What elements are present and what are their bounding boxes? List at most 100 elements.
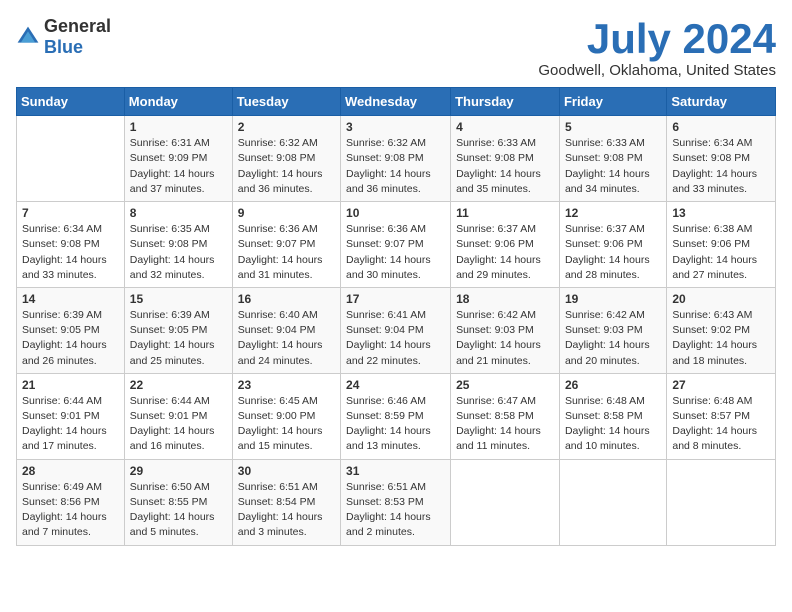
cell-info: Sunrise: 6:48 AMSunset: 8:58 PMDaylight:… — [565, 394, 661, 455]
weekday-header-monday: Monday — [124, 88, 232, 116]
weekday-header-saturday: Saturday — [667, 88, 776, 116]
calendar-cell: 8Sunrise: 6:35 AMSunset: 9:08 PMDaylight… — [124, 202, 232, 288]
calendar-cell — [17, 116, 125, 202]
calendar-cell: 24 Sunrise: 6:46 AMSunset: 8:59 PMDayligh… — [341, 373, 451, 459]
calendar-cell: 7Sunrise: 6:34 AMSunset: 9:08 PMDaylight… — [17, 202, 125, 288]
weekday-header-sunday: Sunday — [17, 88, 125, 116]
cell-info: Sunrise: 6:37 AMSunset: 9:06 PMDaylight:… — [565, 222, 661, 283]
calendar-cell: 29 Sunrise: 6:50 AMSunset: 8:55 PMDayligh… — [124, 459, 232, 545]
cell-info: Sunrise: 6:43 AMSunset: 9:02 PMDaylight:… — [672, 308, 770, 369]
cell-info: Sunrise: 6:51 AMSunset: 8:54 PMDaylight:… — [238, 480, 335, 541]
day-number: 24 — [346, 378, 445, 392]
cell-info: Sunrise: 6:36 AMSunset: 9:07 PMDaylight:… — [238, 222, 335, 283]
cell-info: Sunrise: 6:51 AMSunset: 8:53 PMDaylight:… — [346, 480, 445, 541]
cell-info: Sunrise: 6:44 AMSunset: 9:01 PMDaylight:… — [130, 394, 227, 455]
calendar-cell: 5 Sunrise: 6:33 AMSunset: 9:08 PMDaylight… — [559, 116, 666, 202]
day-number: 20 — [672, 292, 770, 306]
calendar-cell: 27Sunrise: 6:48 AMSunset: 8:57 PMDayligh… — [667, 373, 776, 459]
cell-info: Sunrise: 6:39 AMSunset: 9:05 PMDaylight:… — [130, 308, 227, 369]
calendar-cell: 28Sunrise: 6:49 AMSunset: 8:56 PMDayligh… — [17, 459, 125, 545]
cell-info: Sunrise: 6:33 AMSunset: 9:08 PMDaylight:… — [565, 136, 661, 197]
weekday-header-row: SundayMondayTuesdayWednesdayThursdayFrid… — [17, 88, 776, 116]
day-number: 22 — [130, 378, 227, 392]
page-header: General Blue July 2024 Goodwell, Oklahom… — [16, 16, 776, 79]
calendar-cell: 17 Sunrise: 6:41 AMSunset: 9:04 PMDayligh… — [341, 287, 451, 373]
calendar-cell: 26 Sunrise: 6:48 AMSunset: 8:58 PMDayligh… — [559, 373, 666, 459]
calendar-cell: 12 Sunrise: 6:37 AMSunset: 9:06 PMDayligh… — [559, 202, 666, 288]
day-number: 17 — [346, 292, 445, 306]
calendar-cell: 2 Sunrise: 6:32 AMSunset: 9:08 PMDaylight… — [232, 116, 340, 202]
cell-info: Sunrise: 6:42 AMSunset: 9:03 PMDaylight:… — [565, 308, 661, 369]
cell-info: Sunrise: 6:49 AMSunset: 8:56 PMDaylight:… — [22, 480, 119, 541]
day-number: 15 — [130, 292, 227, 306]
calendar-cell — [667, 459, 776, 545]
calendar-cell: 14Sunrise: 6:39 AMSunset: 9:05 PMDayligh… — [17, 287, 125, 373]
logo: General Blue — [16, 16, 111, 58]
cell-info: Sunrise: 6:47 AMSunset: 8:58 PMDaylight:… — [456, 394, 554, 455]
cell-info: Sunrise: 6:32 AMSunset: 9:08 PMDaylight:… — [346, 136, 445, 197]
day-number: 21 — [22, 378, 119, 392]
calendar-cell: 22 Sunrise: 6:44 AMSunset: 9:01 PMDayligh… — [124, 373, 232, 459]
weekday-header-friday: Friday — [559, 88, 666, 116]
day-number: 25 — [456, 378, 554, 392]
day-number: 10 — [346, 206, 445, 220]
week-row-2: 7Sunrise: 6:34 AMSunset: 9:08 PMDaylight… — [17, 202, 776, 288]
cell-info: Sunrise: 6:31 AMSunset: 9:09 PMDaylight:… — [130, 136, 227, 197]
day-number: 18 — [456, 292, 554, 306]
calendar-cell: 13 Sunrise: 6:38 AMSunset: 9:06 PMDayligh… — [667, 202, 776, 288]
logo-general: General — [44, 16, 111, 36]
day-number: 6 — [672, 120, 770, 134]
day-number: 5 — [565, 120, 661, 134]
calendar-cell: 11 Sunrise: 6:37 AMSunset: 9:06 PMDayligh… — [451, 202, 560, 288]
month-title: July 2024 — [538, 16, 776, 62]
day-number: 1 — [130, 120, 227, 134]
day-number: 31 — [346, 464, 445, 478]
logo-icon — [16, 25, 40, 49]
day-number: 2 — [238, 120, 335, 134]
day-number: 23 — [238, 378, 335, 392]
logo-text: General Blue — [44, 16, 111, 58]
calendar-cell: 25 Sunrise: 6:47 AMSunset: 8:58 PMDayligh… — [451, 373, 560, 459]
calendar-cell — [451, 459, 560, 545]
day-number: 11 — [456, 206, 554, 220]
cell-info: Sunrise: 6:35 AMSunset: 9:08 PMDaylight:… — [130, 222, 227, 283]
cell-info: Sunrise: 6:46 AMSunset: 8:59 PMDaylight:… — [346, 394, 445, 455]
cell-info: Sunrise: 6:32 AMSunset: 9:08 PMDaylight:… — [238, 136, 335, 197]
cell-info: Sunrise: 6:45 AMSunset: 9:00 PMDaylight:… — [238, 394, 335, 455]
calendar-cell: 15 Sunrise: 6:39 AMSunset: 9:05 PMDayligh… — [124, 287, 232, 373]
day-number: 9 — [238, 206, 335, 220]
cell-info: Sunrise: 6:42 AMSunset: 9:03 PMDaylight:… — [456, 308, 554, 369]
calendar-cell: 19Sunrise: 6:42 AMSunset: 9:03 PMDayligh… — [559, 287, 666, 373]
calendar-cell: 30Sunrise: 6:51 AMSunset: 8:54 PMDayligh… — [232, 459, 340, 545]
day-number: 4 — [456, 120, 554, 134]
calendar-cell: 10 Sunrise: 6:36 AMSunset: 9:07 PMDayligh… — [341, 202, 451, 288]
logo-blue: Blue — [44, 37, 83, 57]
calendar-cell: 1 Sunrise: 6:31 AMSunset: 9:09 PMDaylight… — [124, 116, 232, 202]
calendar-cell — [559, 459, 666, 545]
calendar-cell: 9 Sunrise: 6:36 AMSunset: 9:07 PMDaylight… — [232, 202, 340, 288]
day-number: 13 — [672, 206, 770, 220]
calendar-cell: 3Sunrise: 6:32 AMSunset: 9:08 PMDaylight… — [341, 116, 451, 202]
day-number: 16 — [238, 292, 335, 306]
calendar-cell: 20 Sunrise: 6:43 AMSunset: 9:02 PMDayligh… — [667, 287, 776, 373]
cell-info: Sunrise: 6:37 AMSunset: 9:06 PMDaylight:… — [456, 222, 554, 283]
cell-info: Sunrise: 6:50 AMSunset: 8:55 PMDaylight:… — [130, 480, 227, 541]
day-number: 29 — [130, 464, 227, 478]
location-title: Goodwell, Oklahoma, United States — [538, 62, 776, 79]
calendar-table: SundayMondayTuesdayWednesdayThursdayFrid… — [16, 87, 776, 545]
cell-info: Sunrise: 6:36 AMSunset: 9:07 PMDaylight:… — [346, 222, 445, 283]
calendar-cell: 16 Sunrise: 6:40 AMSunset: 9:04 PMDayligh… — [232, 287, 340, 373]
week-row-1: 1 Sunrise: 6:31 AMSunset: 9:09 PMDaylight… — [17, 116, 776, 202]
day-number: 7 — [22, 206, 119, 220]
cell-info: Sunrise: 6:48 AMSunset: 8:57 PMDaylight:… — [672, 394, 770, 455]
calendar-cell: 18 Sunrise: 6:42 AMSunset: 9:03 PMDayligh… — [451, 287, 560, 373]
cell-info: Sunrise: 6:34 AMSunset: 9:08 PMDaylight:… — [672, 136, 770, 197]
day-number: 26 — [565, 378, 661, 392]
week-row-5: 28Sunrise: 6:49 AMSunset: 8:56 PMDayligh… — [17, 459, 776, 545]
week-row-4: 21 Sunrise: 6:44 AMSunset: 9:01 PMDayligh… — [17, 373, 776, 459]
cell-info: Sunrise: 6:38 AMSunset: 9:06 PMDaylight:… — [672, 222, 770, 283]
cell-info: Sunrise: 6:40 AMSunset: 9:04 PMDaylight:… — [238, 308, 335, 369]
day-number: 12 — [565, 206, 661, 220]
cell-info: Sunrise: 6:41 AMSunset: 9:04 PMDaylight:… — [346, 308, 445, 369]
title-section: July 2024 Goodwell, Oklahoma, United Sta… — [538, 16, 776, 79]
